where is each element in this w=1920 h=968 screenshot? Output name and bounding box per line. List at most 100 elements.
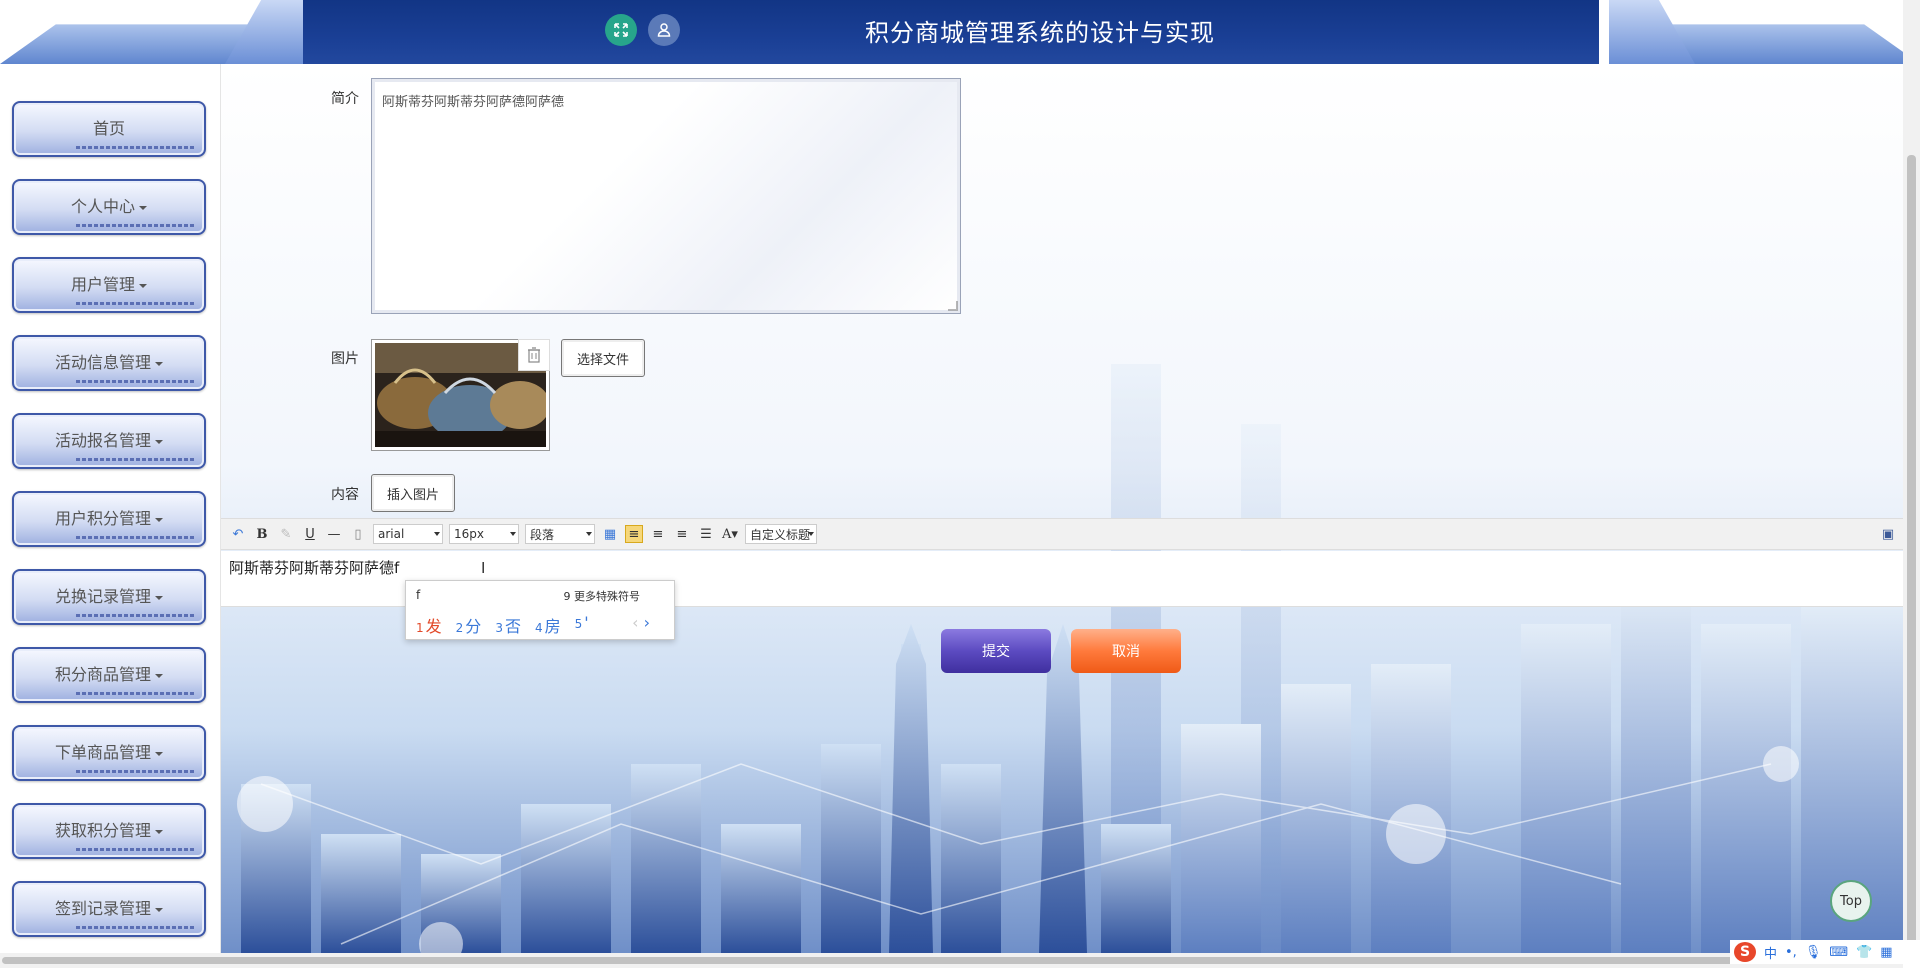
sidebar-item-registrations[interactable]: 活动报名管理 <box>12 413 206 469</box>
editor-toolbar: ↶ B ✎ U — ▯ arial 16px 段落 ▦ ≡ ≡ ≡ ☰ A▾ 自… <box>221 518 1903 550</box>
chevron-down-icon <box>510 532 516 536</box>
text-cursor-icon: I <box>481 559 486 577</box>
expand-icon <box>614 23 628 37</box>
sidebar-item-home[interactable]: 首页 <box>12 101 206 157</box>
ime-next-icon[interactable]: › <box>644 613 650 632</box>
bold-icon[interactable]: B <box>253 525 271 543</box>
font-size-value: 16px <box>454 527 484 541</box>
fullscreen-editor-icon[interactable]: ▣ <box>1879 525 1897 543</box>
sidebar: 首页 个人中心 用户管理 活动信息管理 活动报名管理 用户积分管理 兑换记录管理… <box>0 64 221 953</box>
paragraph-select[interactable]: 段落 <box>525 524 595 544</box>
ime-more-symbols[interactable]: 9 更多特殊符号 <box>564 588 641 604</box>
intro-textarea[interactable]: 阿斯蒂芬阿斯蒂芬阿萨德阿萨德 <box>371 78 961 314</box>
chevron-down-icon <box>586 532 592 536</box>
page-title: 积分商城管理系统的设计与实现 <box>865 19 1215 47</box>
ime-candidate-number: 2 <box>455 621 464 635</box>
ime-candidate[interactable]: 3否 <box>495 613 521 637</box>
grid-menu-icon[interactable]: ▦ <box>1880 945 1892 960</box>
sidebar-item-activities[interactable]: 活动信息管理 <box>12 335 206 391</box>
caret-down-icon <box>155 673 163 678</box>
paragraph-value: 段落 <box>530 527 555 542</box>
editor-text: 阿斯蒂芬阿斯蒂芬阿萨德f <box>229 559 400 577</box>
font-color-icon[interactable]: A▾ <box>721 525 739 543</box>
ime-candidates: 1发 2分 3否 4房 5 ' <box>416 613 589 637</box>
sidebar-item-label: 用户积分管理 <box>54 509 151 528</box>
fullscreen-button[interactable] <box>605 14 637 46</box>
font-family-value: arial <box>378 527 405 541</box>
ime-page-nav[interactable]: ‹ › <box>632 613 650 632</box>
content-label: 内容 <box>331 487 359 503</box>
horizontal-scroll-thumb[interactable] <box>2 957 1812 964</box>
caret-down-icon <box>155 595 163 600</box>
ime-mode-toggle[interactable]: 中 <box>1764 943 1777 962</box>
format-painter-icon[interactable]: ✎ <box>277 525 295 543</box>
sidebar-item-user-points[interactable]: 用户积分管理 <box>12 491 206 547</box>
ime-input: f <box>416 588 421 602</box>
underline-icon[interactable]: U <box>301 525 319 543</box>
microphone-icon[interactable]: 🎙 <box>1805 945 1822 960</box>
image-label: 图片 <box>331 351 359 367</box>
sidebar-item-label: 签到记录管理 <box>54 899 151 918</box>
vertical-scroll-thumb[interactable] <box>1907 155 1916 950</box>
main-content: 简介 阿斯蒂芬阿斯蒂芬阿萨德阿萨德 图片 选择文件 内容 插入图片 ↶ B ✎ … <box>221 64 1903 953</box>
intro-text: 阿斯蒂芬阿斯蒂芬阿萨德阿萨德 <box>382 95 565 110</box>
caret-down-icon <box>155 907 163 912</box>
punctuation-toggle[interactable]: •, <box>1785 945 1797 960</box>
submit-button[interactable]: 提交 <box>941 629 1051 673</box>
horizontal-scrollbar[interactable] <box>0 953 1903 968</box>
cancel-button[interactable]: 取消 <box>1071 629 1181 673</box>
sidebar-item-label: 用户管理 <box>70 275 135 294</box>
caret-down-icon <box>155 751 163 756</box>
caret-down-icon <box>155 439 163 444</box>
skin-icon[interactable]: 👕 <box>1856 945 1872 960</box>
vertical-scrollbar[interactable] <box>1903 0 1920 953</box>
user-icon <box>657 23 671 37</box>
font-size-select[interactable]: 16px <box>449 524 519 544</box>
sidebar-item-users[interactable]: 用户管理 <box>12 257 206 313</box>
chevron-down-icon <box>808 532 814 536</box>
sidebar-item-label: 获取积分管理 <box>54 821 151 840</box>
back-to-top-button[interactable]: Top <box>1830 880 1872 922</box>
ime-candidate-number: 5 <box>574 617 583 631</box>
ime-prev-icon[interactable]: ‹ <box>632 613 638 632</box>
align-center-icon[interactable]: ≡ <box>673 525 691 543</box>
caret-down-icon <box>155 517 163 522</box>
sidebar-item-label: 活动报名管理 <box>54 431 151 450</box>
undo-icon[interactable]: ↶ <box>229 525 247 543</box>
caret-down-icon <box>155 361 163 366</box>
top-header: 积分商城管理系统的设计与实现 <box>0 0 1920 64</box>
trash-icon <box>528 347 540 363</box>
user-button[interactable] <box>648 14 680 46</box>
font-family-select[interactable]: arial <box>373 524 443 544</box>
ime-candidate[interactable]: 2分 <box>456 613 482 637</box>
align-left-icon[interactable]: ≡ <box>625 525 643 543</box>
ime-candidate-text: 否 <box>504 617 521 636</box>
ime-candidate-number: 1 <box>416 621 424 635</box>
ime-candidate-popup: f 9 更多特殊符号 1发 2分 3否 4房 5 ' ‹ › <box>405 580 675 640</box>
insert-image-button[interactable]: 插入图片 <box>371 474 455 512</box>
sidebar-item-checkins[interactable]: 签到记录管理 <box>12 881 206 937</box>
resize-grip-icon[interactable] <box>948 301 958 311</box>
custom-title-value: 自定义标题 <box>750 527 811 542</box>
ime-candidate[interactable]: 1发 <box>416 613 442 637</box>
sogou-logo-icon[interactable]: S <box>1734 942 1756 962</box>
ime-candidate-number: 4 <box>534 621 543 635</box>
keyboard-icon[interactable]: ⌨ <box>1829 945 1848 960</box>
custom-title-select[interactable]: 自定义标题 <box>745 524 817 544</box>
align-right-icon[interactable]: ≡ <box>649 525 667 543</box>
ime-candidate[interactable]: 4房 <box>535 613 561 637</box>
ime-candidate-text: 分 <box>465 617 482 636</box>
choose-file-button[interactable]: 选择文件 <box>561 339 645 377</box>
sidebar-item-orders[interactable]: 下单商品管理 <box>12 725 206 781</box>
align-justify-icon[interactable]: ☰ <box>697 525 715 543</box>
delete-image-button[interactable] <box>518 339 550 371</box>
sidebar-item-redemptions[interactable]: 兑换记录管理 <box>12 569 206 625</box>
intro-label: 简介 <box>331 91 359 107</box>
sidebar-item-point-goods[interactable]: 积分商品管理 <box>12 647 206 703</box>
sidebar-item-earn-points[interactable]: 获取积分管理 <box>12 803 206 859</box>
table-icon[interactable]: ▦ <box>601 525 619 543</box>
page-icon[interactable]: ▯ <box>349 525 367 543</box>
horizontal-rule-icon[interactable]: — <box>325 525 343 543</box>
sidebar-item-profile[interactable]: 个人中心 <box>12 179 206 235</box>
ime-candidate[interactable]: 5 ' <box>575 613 589 637</box>
